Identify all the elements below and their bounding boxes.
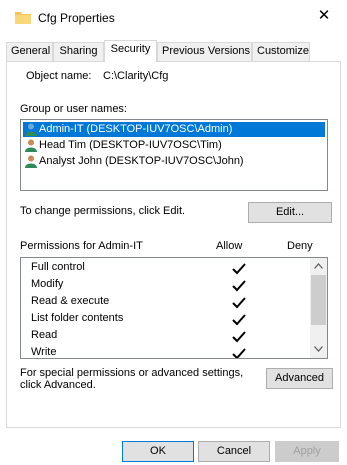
scroll-thumb[interactable] [311, 275, 326, 325]
change-permissions-note: To change permissions, click Edit. [20, 205, 186, 217]
allow-check-icon [232, 263, 246, 275]
permission-name: Read & execute [31, 295, 110, 307]
permission-row: List folder contents [31, 310, 123, 327]
user-name: Admin-IT (DESKTOP-IUV7OSC\Admin) [39, 123, 233, 135]
title-bar: Cfg Properties ✕ [0, 0, 347, 34]
user-icon [25, 123, 37, 136]
close-button[interactable]: ✕ [301, 0, 347, 32]
permissions-list: Full control Modify Read & execute List … [20, 257, 328, 359]
object-name-value: C:\Clarity\Cfg [103, 70, 169, 82]
permission-name: List folder contents [31, 312, 124, 324]
permission-row: Read & execute [31, 293, 109, 310]
advanced-note-line1: For special permissions or advanced sett… [20, 367, 244, 379]
allow-header: Allow [216, 240, 243, 252]
permissions-label: Permissions for Admin-IT [20, 240, 143, 252]
permission-row: Read [31, 327, 57, 344]
tab-customize[interactable]: Customize [252, 42, 310, 61]
close-icon: ✕ [317, 7, 331, 24]
permission-name: Full control [31, 261, 85, 273]
allow-check-icon [232, 331, 246, 343]
permission-name: Modify [31, 278, 64, 290]
object-name-label: Object name: [26, 70, 92, 82]
user-row-john[interactable]: Analyst John (DESKTOP-IUV7OSC\John) [23, 154, 325, 169]
permission-row: Full control [31, 259, 85, 276]
scroll-down-icon[interactable] [310, 341, 327, 358]
user-name: Head Tim (DESKTOP-IUV7OSC\Tim) [39, 139, 222, 151]
tab-security[interactable]: Security [104, 40, 157, 62]
deny-header: Deny [287, 240, 313, 252]
allow-check-icon [232, 297, 246, 309]
user-listbox[interactable]: Admin-IT (DESKTOP-IUV7OSC\Admin) Head Ti… [20, 119, 328, 191]
permission-row: Write [31, 344, 57, 358]
ok-button[interactable]: OK [122, 441, 194, 462]
advanced-button[interactable]: Advanced [266, 368, 333, 389]
user-row-admin[interactable]: Admin-IT (DESKTOP-IUV7OSC\Admin) [23, 122, 325, 137]
tab-previous-versions[interactable]: Previous Versions [157, 42, 252, 61]
user-row-tim[interactable]: Head Tim (DESKTOP-IUV7OSC\Tim) [23, 138, 325, 153]
folder-icon [15, 12, 31, 24]
edit-button[interactable]: Edit... [248, 202, 332, 223]
allow-check-icon [232, 280, 246, 292]
group-names-label: Group or user names: [20, 103, 127, 115]
user-icon [25, 155, 37, 168]
user-icon [25, 139, 37, 152]
advanced-note-line2: click Advanced. [20, 379, 96, 391]
window-title: Cfg Properties [38, 11, 115, 25]
cancel-button[interactable]: Cancel [198, 441, 270, 462]
permission-row: Modify [31, 276, 63, 293]
apply-button[interactable]: Apply [275, 441, 339, 462]
tab-strip: General Sharing Security Previous Versio… [6, 40, 341, 62]
scroll-up-icon[interactable] [310, 258, 327, 275]
allow-check-icon [232, 348, 246, 358]
user-name: Analyst John (DESKTOP-IUV7OSC\John) [39, 155, 244, 167]
tab-general[interactable]: General [6, 42, 53, 61]
allow-check-icon [232, 314, 246, 326]
permission-name: Write [31, 346, 57, 358]
permissions-scrollbar[interactable] [310, 258, 327, 358]
permission-name: Read [31, 329, 58, 341]
tab-sharing[interactable]: Sharing [53, 42, 104, 61]
